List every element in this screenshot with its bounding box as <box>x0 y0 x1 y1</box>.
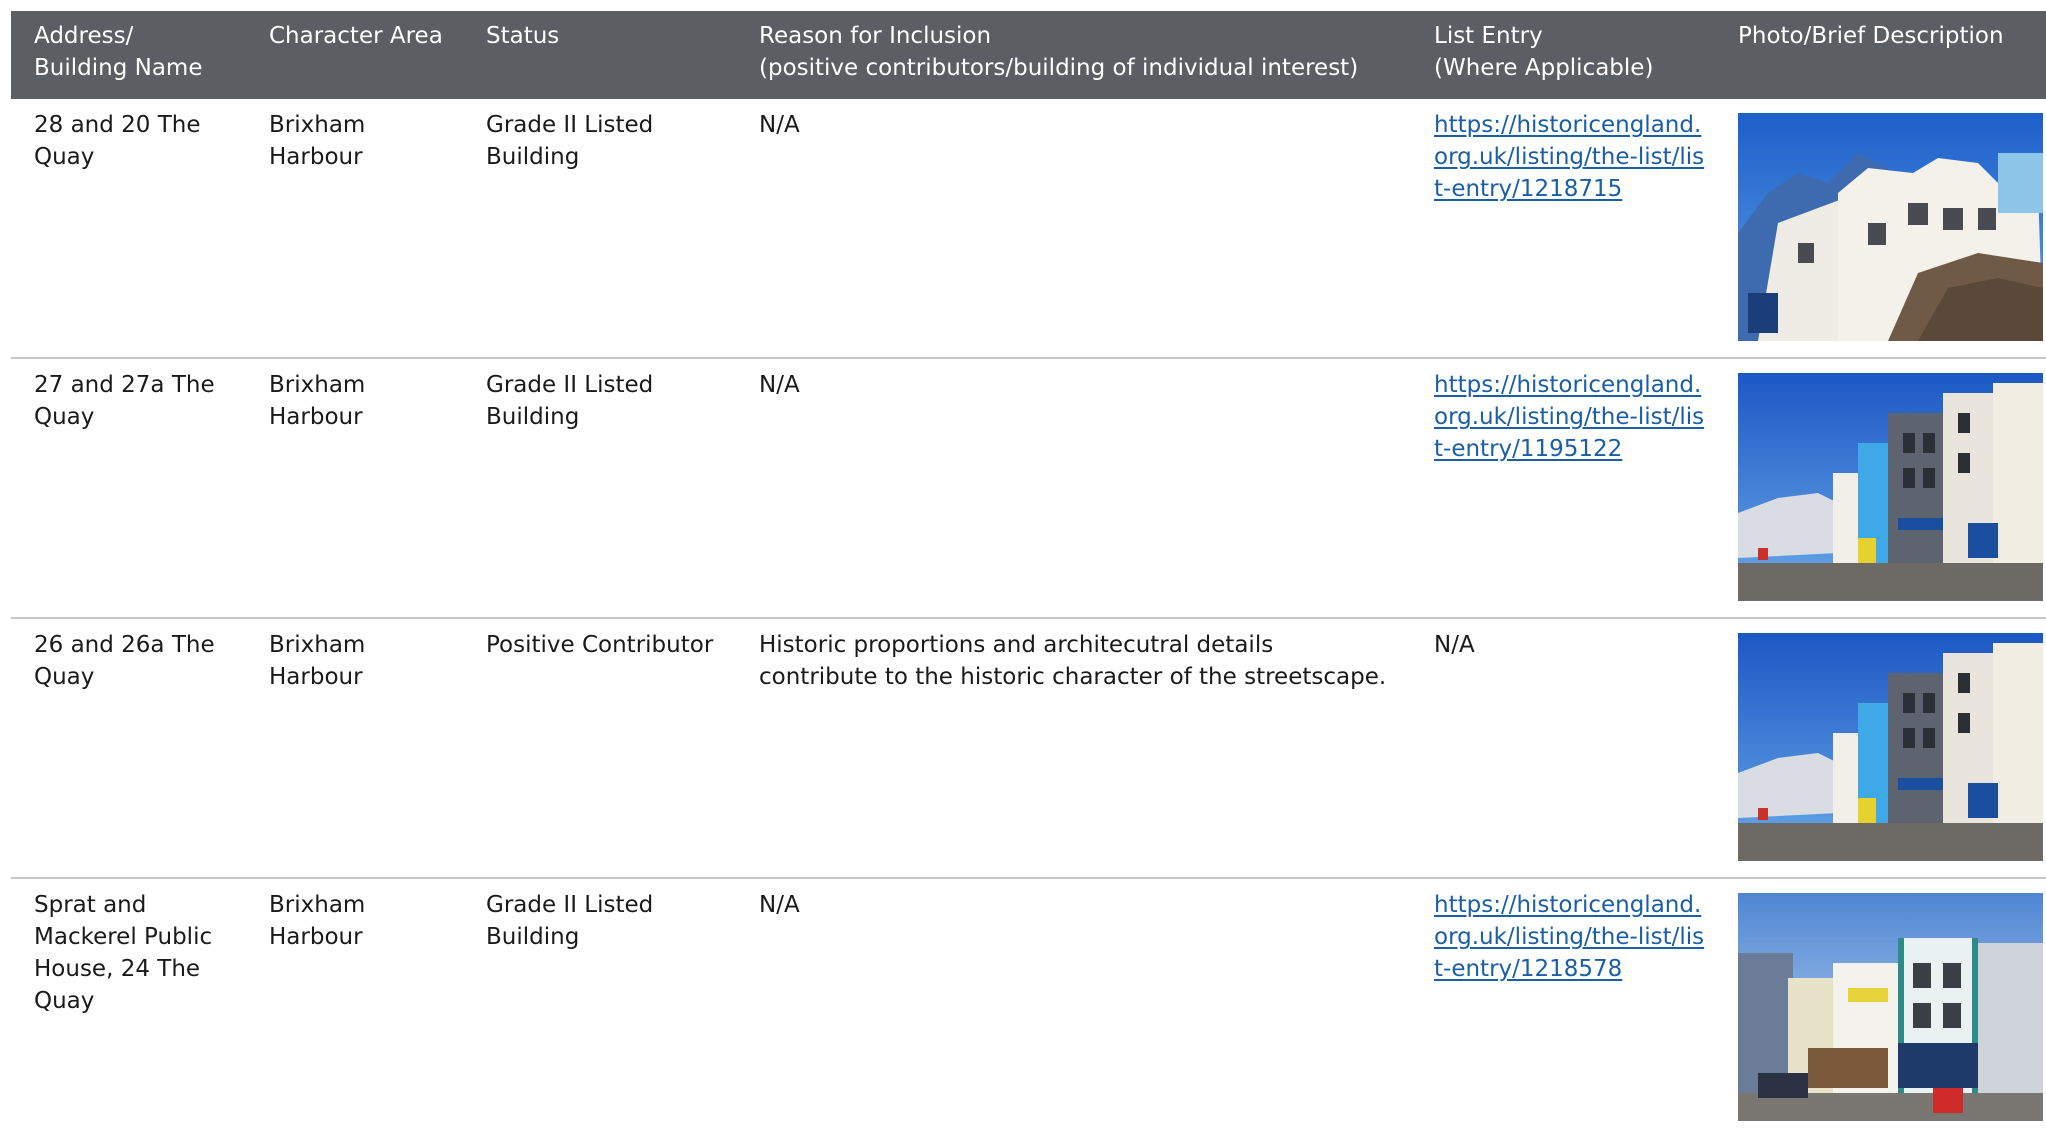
heritage-table: Address/ Building Name Character Area St… <box>11 11 2046 1137</box>
status-cell: Positive Contributor <box>486 632 714 658</box>
list-entry-cell: https://historicengland.org.uk/listing/t… <box>1411 359 1715 617</box>
harbour-houses-cliff-photo <box>1738 113 2043 341</box>
address-cell: 26 and 26a The Quay <box>34 632 215 690</box>
photo-cell <box>1715 619 2046 877</box>
character-area-cell: Brixham Harbour <box>269 372 366 430</box>
status-cell: Grade II Listed Building <box>486 112 654 170</box>
table-row: 28 and 20 The Quay Brixham Harbour Grade… <box>11 99 2046 359</box>
photo-cell <box>1715 879 2046 1137</box>
header-photo: Photo/Brief Description <box>1738 23 2004 49</box>
reason-cell: Historic proportions and architecutral d… <box>759 632 1387 690</box>
header-list-entry: List Entry (Where Applicable) <box>1434 23 1654 81</box>
header-status: Status <box>486 23 560 49</box>
reason-cell: N/A <box>759 112 800 138</box>
photo-cell <box>1715 99 2046 357</box>
character-area-cell: Brixham Harbour <box>269 892 366 950</box>
list-entry-cell: N/A <box>1434 632 1475 658</box>
status-cell: Grade II Listed Building <box>486 892 654 950</box>
photo-cell <box>1715 359 2046 617</box>
quay-street-shopfronts-photo <box>1738 373 2043 601</box>
character-area-cell: Brixham Harbour <box>269 112 366 170</box>
address-cell: Sprat and Mackerel Public House, 24 The … <box>34 892 213 1014</box>
list-entry-link[interactable]: https://historicengland.org.uk/listing/t… <box>1434 112 1704 202</box>
reason-cell: N/A <box>759 372 800 398</box>
list-entry-cell: https://historicengland.org.uk/listing/t… <box>1411 879 1715 1137</box>
table-row: Sprat and Mackerel Public House, 24 The … <box>11 879 2046 1137</box>
header-reason: Reason for Inclusion (positive contribut… <box>759 23 1359 81</box>
list-entry-link[interactable]: https://historicengland.org.uk/listing/t… <box>1434 372 1704 462</box>
public-house-terrace-photo <box>1738 893 2043 1121</box>
address-cell: 28 and 20 The Quay <box>34 112 201 170</box>
table-row: 27 and 27a The Quay Brixham Harbour Grad… <box>11 359 2046 619</box>
quay-street-shopfronts-photo <box>1738 633 2043 861</box>
list-entry-link[interactable]: https://historicengland.org.uk/listing/t… <box>1434 892 1704 982</box>
header-character-area: Character Area <box>269 23 443 49</box>
header-address: Address/ Building Name <box>34 23 203 81</box>
list-entry-cell: https://historicengland.org.uk/listing/t… <box>1411 99 1715 357</box>
table-header: Address/ Building Name Character Area St… <box>11 11 2046 99</box>
reason-cell: N/A <box>759 892 800 918</box>
table-row: 26 and 26a The Quay Brixham Harbour Posi… <box>11 619 2046 879</box>
character-area-cell: Brixham Harbour <box>269 632 366 690</box>
address-cell: 27 and 27a The Quay <box>34 372 215 430</box>
status-cell: Grade II Listed Building <box>486 372 654 430</box>
